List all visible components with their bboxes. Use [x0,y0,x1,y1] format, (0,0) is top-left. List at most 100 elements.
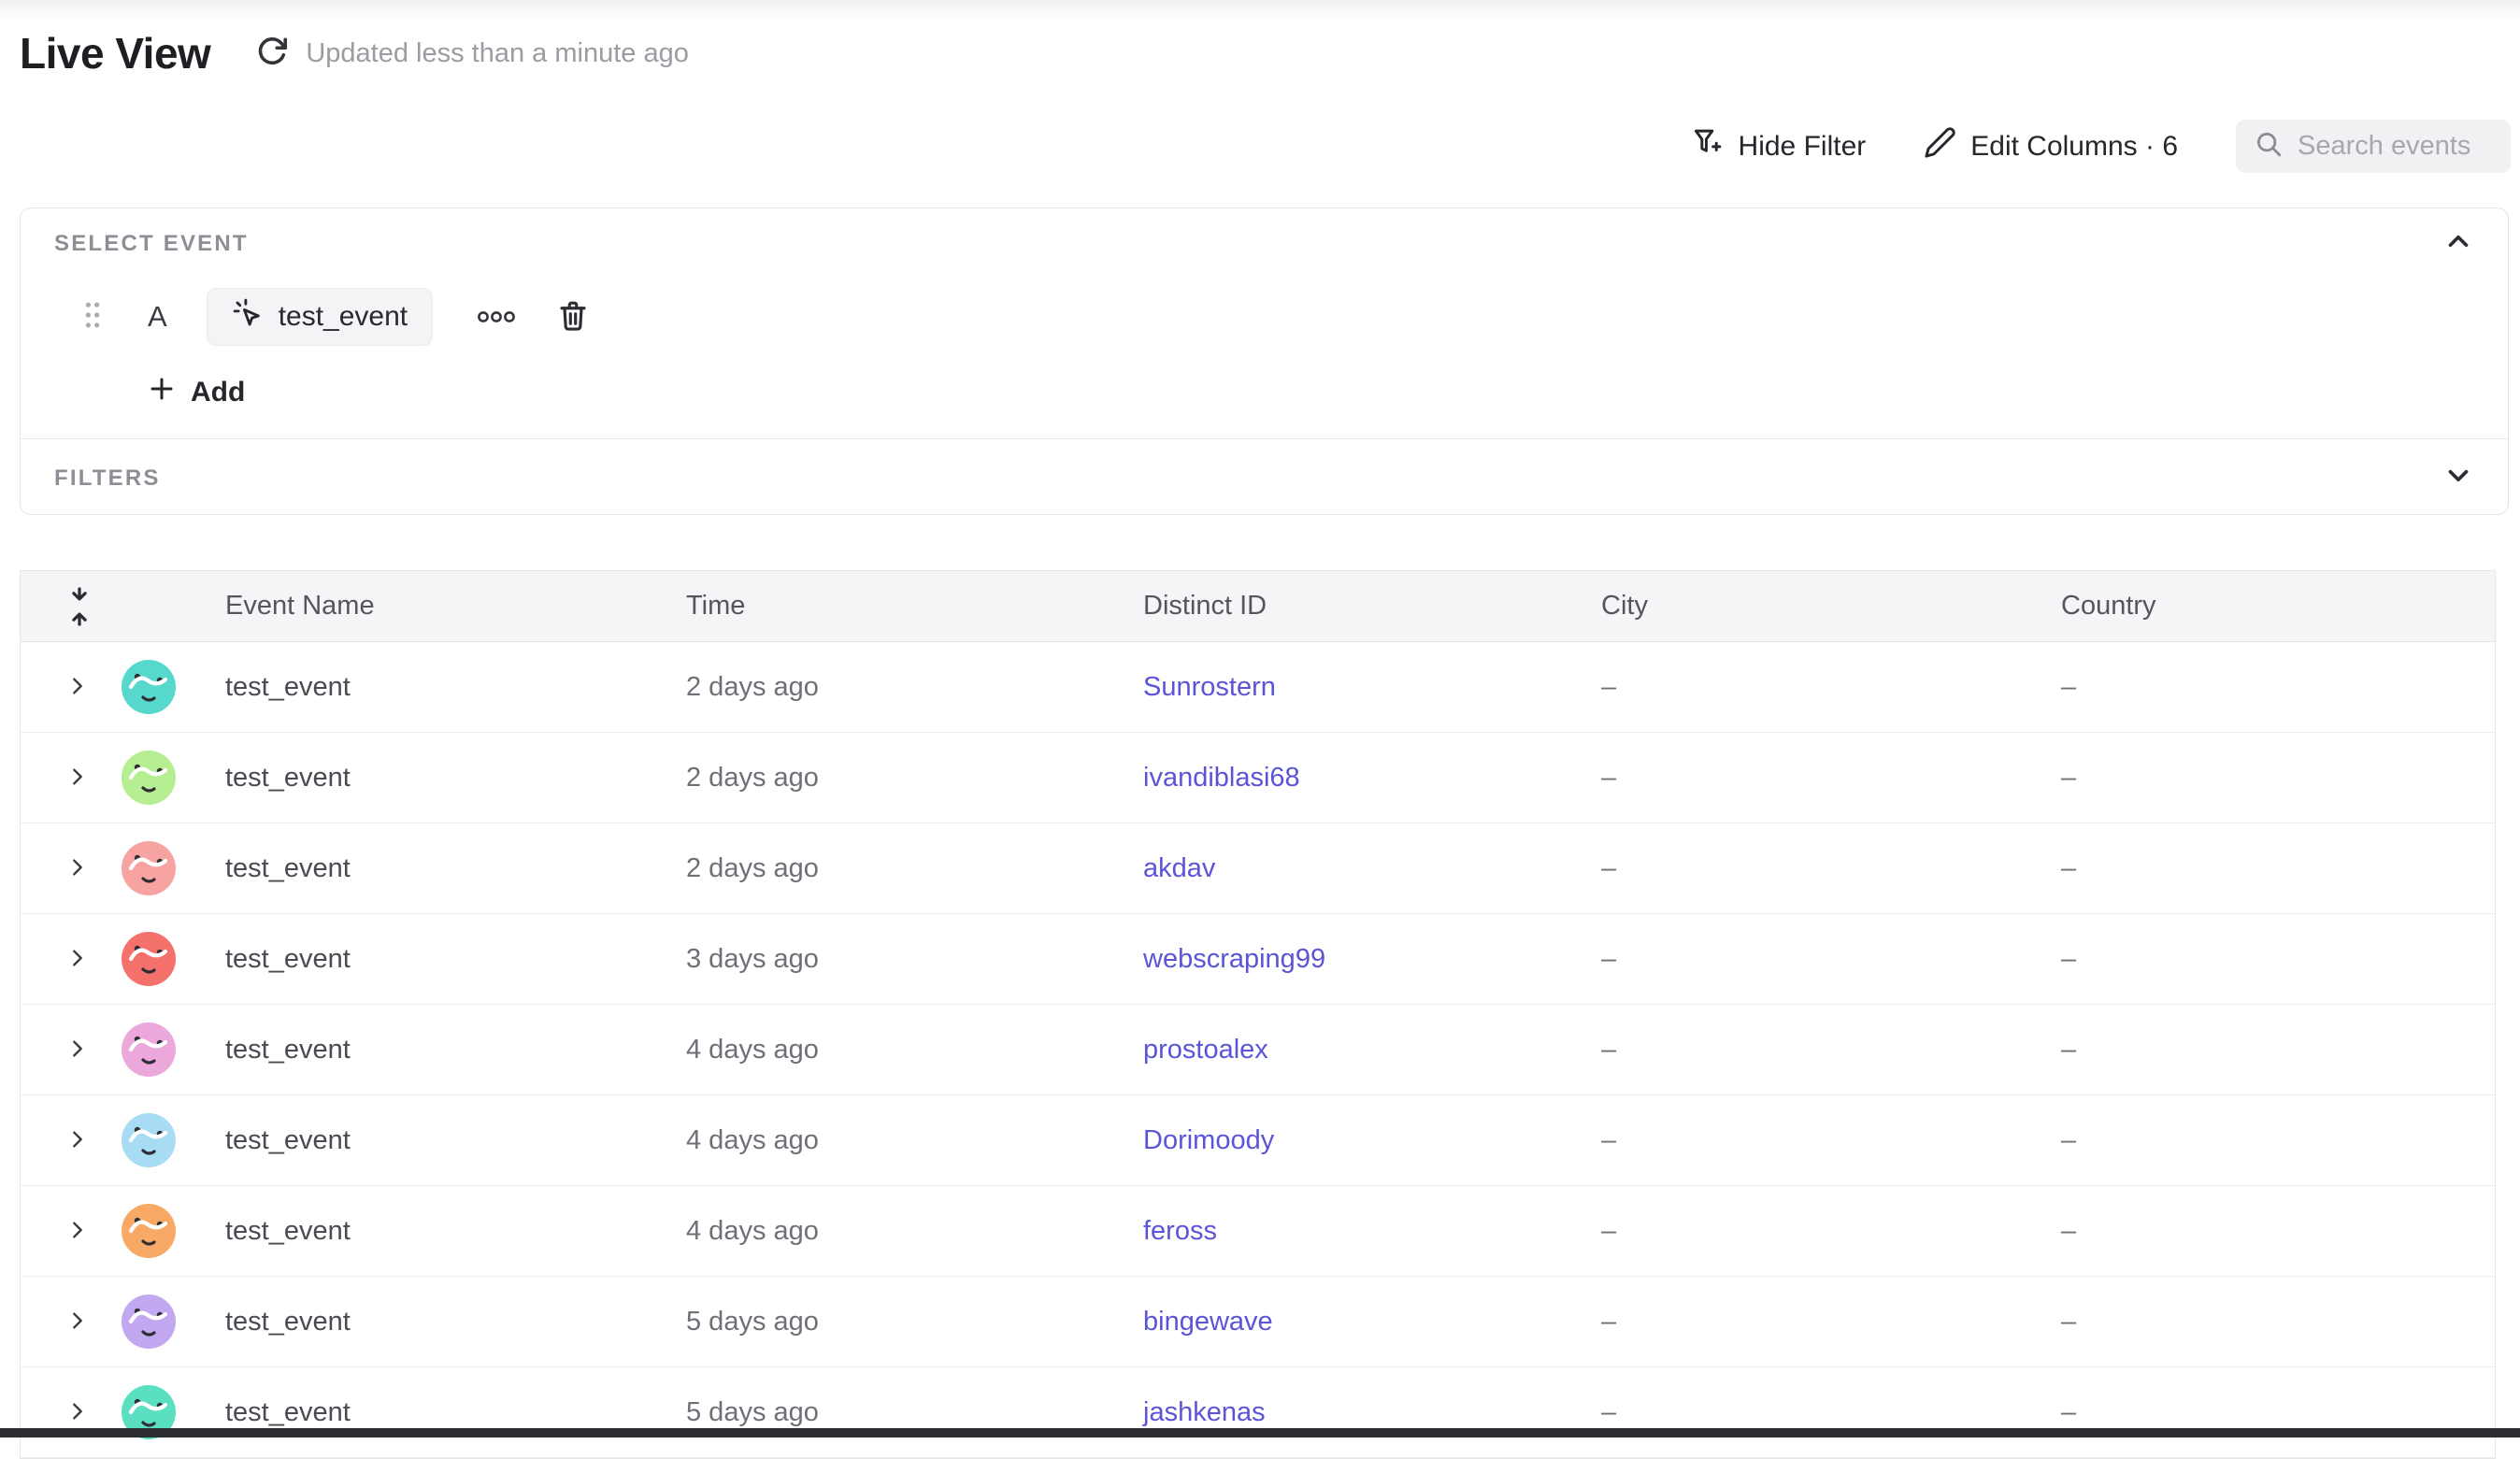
chevron-up-icon [2442,245,2474,261]
cell-event-name: test_event [225,853,686,884]
cell-city: – [1601,1307,2061,1337]
cell-country: – [2061,1397,2495,1428]
cell-distinct-id-link[interactable]: feross [1143,1216,1601,1247]
column-header-time[interactable]: Time [686,591,1143,622]
event-query-row: A test_event [21,287,592,347]
cell-distinct-id-link[interactable]: jashkenas [1143,1397,1601,1428]
table-row[interactable]: test_event 5 days ago bingewave – – [21,1277,2495,1367]
query-builder-card: SELECT EVENT A test [20,207,2509,515]
ellipsis-icon [476,321,517,336]
plus-icon [148,375,176,410]
cell-distinct-id-link[interactable]: Dorimoody [1143,1125,1601,1156]
select-event-section: SELECT EVENT A test [21,208,2508,438]
cell-distinct-id-link[interactable]: prostoalex [1143,1035,1601,1066]
expand-row-button[interactable] [67,1220,90,1242]
cell-time: 3 days ago [686,944,1143,975]
search-box[interactable] [2236,120,2511,173]
cell-distinct-id-link[interactable]: ivandiblasi68 [1143,763,1601,794]
cell-city: – [1601,944,2061,975]
updated-status: Updated less than a minute ago [306,38,689,69]
delete-event-button[interactable] [556,298,592,336]
expand-row-button[interactable] [67,676,90,698]
avatar-face [121,1022,177,1078]
avatar [121,659,177,715]
event-selector-chip[interactable]: test_event [207,288,433,346]
cell-distinct-id-link[interactable]: bingewave [1143,1307,1601,1337]
table-row[interactable]: test_event 5 days ago jashkenas – – [21,1367,2495,1458]
add-label: Add [191,377,245,408]
chevron-right-icon [67,1047,88,1063]
cell-time: 2 days ago [686,763,1143,794]
cell-city: – [1601,1216,2061,1247]
cell-country: – [2061,672,2495,703]
chevron-right-icon [67,1409,88,1425]
cell-city: – [1601,853,2061,884]
chevron-right-icon [67,684,88,700]
expand-row-button[interactable] [67,948,90,970]
cell-event-name: test_event [225,1397,686,1428]
collapse-section-button[interactable] [2442,225,2480,263]
table-row[interactable]: test_event 4 days ago Dorimoody – – [21,1095,2495,1186]
chevron-right-icon [67,1137,88,1153]
cell-event-name: test_event [225,763,686,794]
cell-time: 5 days ago [686,1307,1143,1337]
filters-section: FILTERS [21,439,2508,516]
drag-handle[interactable] [82,298,107,336]
table-row[interactable]: test_event 4 days ago feross – – [21,1186,2495,1277]
cell-city: – [1601,1125,2061,1156]
cell-distinct-id-link[interactable]: akdav [1143,853,1601,884]
cell-distinct-id-link[interactable]: Sunrostern [1143,672,1601,703]
table-row[interactable]: test_event 4 days ago prostoalex – – [21,1005,2495,1095]
search-icon [2255,130,2283,163]
cell-event-name: test_event [225,1125,686,1156]
column-header-distinct-id[interactable]: Distinct ID [1143,591,1601,622]
table-header-row: Event Name Time Distinct ID City Country [21,571,2495,642]
filter-plus-icon [1692,126,1725,166]
table-row[interactable]: test_event 2 days ago akdav – – [21,823,2495,914]
column-header-event-name[interactable]: Event Name [225,591,686,622]
avatar [121,931,177,987]
refresh-icon [255,35,289,73]
add-event-button[interactable]: Add [148,375,245,410]
table-row[interactable]: test_event 2 days ago Sunrostern – – [21,642,2495,733]
expand-row-button[interactable] [67,1129,90,1151]
column-header-city[interactable]: City [1601,591,2061,622]
more-options-button[interactable] [476,301,517,333]
avatar-face [121,1294,177,1350]
chevron-right-icon [67,865,88,881]
cell-event-name: test_event [225,1307,686,1337]
table-body: test_event 2 days ago Sunrostern – – [21,642,2495,1458]
expand-row-button[interactable] [67,857,90,880]
avatar [121,1022,177,1078]
expand-row-button[interactable] [67,1038,90,1061]
page-title: Live View [20,28,210,79]
trash-icon [556,322,590,337]
events-table: Event Name Time Distinct ID City Country [20,570,2496,1459]
expand-row-button[interactable] [67,1310,90,1333]
table-row[interactable]: test_event 3 days ago webscraping99 – – [21,914,2495,1005]
cell-time: 2 days ago [686,672,1143,703]
expand-filters-button[interactable] [2442,460,2480,497]
avatar-face [121,931,177,987]
cell-distinct-id-link[interactable]: webscraping99 [1143,944,1601,975]
hide-filter-label: Hide Filter [1739,131,1867,163]
refresh-button[interactable] [253,35,291,72]
column-header-country[interactable]: Country [2061,591,2495,622]
chevron-right-icon [67,775,88,791]
expand-row-button[interactable] [67,766,90,789]
edit-columns-button[interactable]: Edit Columns · 6 [1924,126,2178,166]
avatar-face [121,1203,177,1259]
cell-time: 4 days ago [686,1125,1143,1156]
expand-row-button[interactable] [67,1401,90,1423]
hide-filter-button[interactable]: Hide Filter [1692,126,1867,166]
collapse-all-rows-button[interactable] [64,585,97,628]
search-input[interactable] [2298,131,2492,162]
top-edge-fade [0,0,2520,19]
avatar-face [121,840,177,896]
table-row[interactable]: test_event 2 days ago ivandiblasi68 – – [21,733,2495,823]
filters-label: FILTERS [54,465,161,492]
avatar [121,1203,177,1259]
cell-country: – [2061,1035,2495,1066]
avatar [121,750,177,806]
cell-country: – [2061,1125,2495,1156]
